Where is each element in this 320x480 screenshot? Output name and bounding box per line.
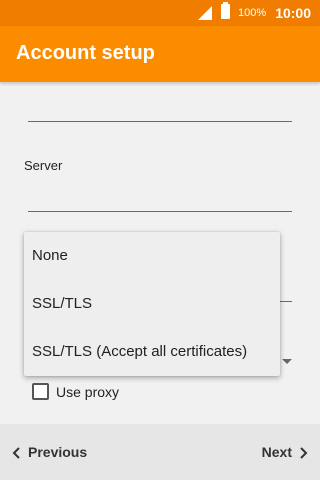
dropdown-option-ssl-tls[interactable]: SSL/TLS [24, 280, 280, 328]
dropdown-option-ssl-tls-accept-all[interactable]: SSL/TLS (Accept all certificates) [24, 328, 280, 376]
previous-label: Previous [28, 444, 88, 460]
use-proxy-checkbox[interactable] [32, 383, 49, 400]
chevron-left-icon [12, 447, 20, 460]
next-label: Next [261, 444, 292, 460]
battery-percent: 100% [238, 7, 267, 19]
use-proxy-label: Use proxy [56, 384, 120, 400]
server-field[interactable] [28, 211, 292, 212]
signal-icon [198, 6, 212, 20]
page-title: Account setup [16, 42, 155, 64]
server-label: Server [24, 158, 63, 173]
chevron-right-icon [300, 447, 308, 460]
dropdown-option-none[interactable]: None [24, 232, 280, 280]
text-field-underline[interactable] [28, 121, 292, 122]
previous-button[interactable]: Previous [10, 424, 87, 480]
clock: 10:00 [275, 5, 311, 21]
security-type-dropdown: None SSL/TLS SSL/TLS (Accept all certifi… [24, 232, 280, 376]
battery-icon [221, 2, 230, 19]
app-bar: Account setup [0, 26, 320, 82]
dropdown-arrow-icon[interactable] [282, 359, 292, 364]
next-button[interactable]: Next [262, 424, 310, 480]
footer-nav: Previous Next [0, 424, 320, 480]
status-bar: 100% 10:00 [0, 0, 320, 26]
